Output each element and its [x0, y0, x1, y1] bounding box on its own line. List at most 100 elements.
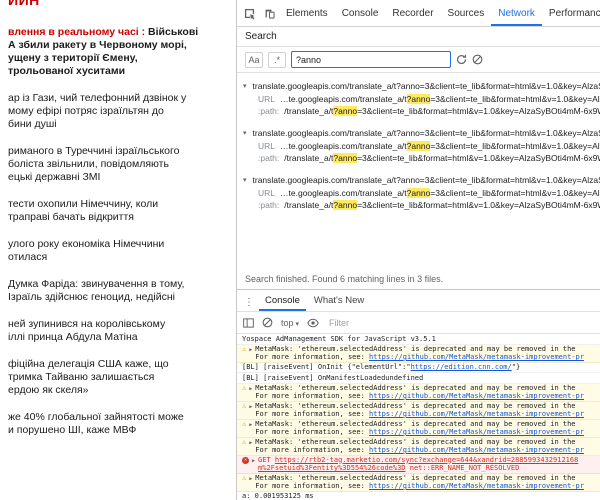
console-log-row[interactable]: Yospace AdManagement SDK for JavaScript …: [237, 334, 600, 345]
console-error-row[interactable]: GET https://rtb2-tag.marketio.com/sync?e…: [237, 456, 600, 474]
match-text: …te.googleapis.com/translate_a/t?anno=3&…: [280, 140, 600, 152]
search-result-file[interactable]: translate.googleapis.com/translate_a/t?a…: [243, 79, 600, 93]
warning-info: For more information, see:: [255, 446, 369, 454]
search-results: translate.googleapis.com/translate_a/t?a…: [237, 73, 600, 271]
expand-arrow-icon[interactable]: [249, 402, 252, 412]
chevron-expanded-icon[interactable]: [243, 173, 247, 187]
expand-arrow-icon[interactable]: [249, 345, 252, 355]
tab-elements[interactable]: Elements: [279, 1, 335, 26]
console-warning-row[interactable]: MetaMask: 'ethereum.selectedAddress' is …: [237, 402, 600, 420]
expand-arrow-icon[interactable]: [249, 420, 252, 430]
warning-icon: [242, 420, 246, 429]
warning-text: MetaMask: 'ethereum.selectedAddress' is …: [255, 384, 595, 393]
error-link[interactable]: https://rtb2-tag.marketio.com/sync?excha…: [275, 456, 578, 464]
console-link[interactable]: https://edition.cnn.com/: [411, 363, 512, 371]
tab-console[interactable]: Console: [335, 1, 386, 26]
clear-console-icon[interactable]: [262, 317, 273, 328]
warning-text: MetaMask: 'ethereum.selectedAddress' is …: [255, 345, 595, 354]
tab-sources[interactable]: Sources: [441, 1, 492, 26]
search-match-line[interactable]: URL …te.googleapis.com/translate_a/t?ann…: [243, 187, 600, 199]
drawer-tab-whats-new[interactable]: What's New: [308, 291, 370, 311]
match-text: …te.googleapis.com/translate_a/t?anno=3&…: [280, 93, 600, 105]
headline[interactable]: улого року економіка Німеччини отилася: [8, 238, 230, 264]
console-link[interactable]: https://github.com/MetaMask/metamask-imp…: [369, 410, 584, 418]
tab-network[interactable]: Network: [491, 1, 542, 26]
warning-icon: [242, 345, 246, 354]
expand-arrow-icon[interactable]: [249, 474, 252, 484]
file-url: translate.googleapis.com/translate_a/t?a…: [253, 127, 600, 140]
warning-info: For more information, see:: [255, 482, 369, 490]
search-result-group: translate.googleapis.com/translate_a/t?a…: [243, 173, 600, 211]
search-result-file[interactable]: translate.googleapis.com/translate_a/t?a…: [243, 126, 600, 140]
search-input[interactable]: [291, 51, 451, 68]
search-panel: Search Aa .* translate.googleapis.c: [237, 27, 600, 289]
refresh-search-icon[interactable]: [456, 54, 467, 65]
console-warning-row[interactable]: MetaMask: 'ethereum.selectedAddress' is …: [237, 474, 600, 492]
context-selector[interactable]: top: [281, 318, 299, 328]
tab-recorder[interactable]: Recorder: [385, 1, 440, 26]
match-case-button[interactable]: Aa: [245, 52, 263, 68]
clear-search-icon[interactable]: [472, 54, 483, 65]
cnn-logo[interactable]: ИИН: [8, 0, 230, 10]
error-link[interactable]: m%2Fsetuid%3Fentity%3D554%26code%3D: [258, 464, 406, 472]
search-match-line[interactable]: :path: /translate_a/t?anno=3&client=te_l…: [243, 152, 600, 164]
headline[interactable]: фіційна делегація США каже, що тримка Та…: [8, 358, 230, 397]
inspect-icon[interactable]: [239, 3, 259, 23]
headline-live-updates[interactable]: влення в реальному часі : Військові А зб…: [8, 26, 230, 78]
console-link[interactable]: https://github.com/MetaMask/metamask-imp…: [369, 428, 584, 436]
chevron-down-icon: [296, 318, 300, 328]
headline[interactable]: ар із Гази, чий телефонний дзвінок у мом…: [8, 92, 230, 131]
headline[interactable]: ней зупинився на королівському іллі прин…: [8, 318, 230, 344]
headline[interactable]: тести охопили Німеччину, коли траправі б…: [8, 198, 230, 224]
headline[interactable]: Думка Фаріда: звинувачення в тому, Ізраї…: [8, 278, 230, 304]
warning-info: For more information, see:: [255, 410, 369, 418]
regex-button[interactable]: .*: [268, 52, 286, 68]
console-sidebar-icon[interactable]: [243, 318, 254, 328]
chevron-expanded-icon[interactable]: [243, 79, 247, 93]
warning-info: For more information, see:: [255, 353, 369, 361]
more-tabs-icon[interactable]: [241, 292, 257, 310]
device-toolbar-icon[interactable]: [259, 3, 279, 23]
search-match-line[interactable]: URL …te.googleapis.com/translate_a/t?ann…: [243, 93, 600, 105]
search-match-line[interactable]: URL …te.googleapis.com/translate_a/t?ann…: [243, 140, 600, 152]
expand-arrow-icon[interactable]: [249, 384, 252, 394]
browser-window: ИИН влення в реальному часі : Військові …: [0, 0, 600, 500]
console-link[interactable]: https://github.com/MetaMask/metamask-imp…: [369, 392, 584, 400]
console-link[interactable]: https://github.com/MetaMask/metamask-imp…: [369, 482, 584, 490]
warning-info: For more information, see:: [255, 392, 369, 400]
console-log-row[interactable]: [BL] [raiseEvent] OnInit {"elementUrl":"…: [237, 363, 600, 374]
search-result-file[interactable]: translate.googleapis.com/translate_a/t?a…: [243, 173, 600, 187]
console-warning-row[interactable]: MetaMask: 'ethereum.selectedAddress' is …: [237, 420, 600, 438]
drawer-tab-console[interactable]: Console: [259, 291, 306, 311]
console-warning-row[interactable]: MetaMask: 'ethereum.selectedAddress' is …: [237, 438, 600, 456]
console-log-row[interactable]: a: 0.001953125 ms: [237, 492, 600, 500]
expand-arrow-icon[interactable]: [249, 438, 252, 448]
search-highlight: ?anno: [407, 141, 431, 151]
headline-text: Думка Фаріда: звинувачення в тому, Ізраї…: [8, 278, 184, 303]
warning-icon: [242, 474, 246, 483]
warning-message: MetaMask: 'ethereum.selectedAddress' is …: [255, 402, 595, 419]
headline-text: тести охопили Німеччину, коли траправі б…: [8, 198, 158, 223]
search-match-line[interactable]: :path: /translate_a/t?anno=3&client=te_l…: [243, 105, 600, 117]
search-match-line[interactable]: :path: /translate_a/t?anno=3&client=te_l…: [243, 199, 600, 211]
console-link[interactable]: https://github.com/MetaMask/metamask-imp…: [369, 353, 584, 361]
console-filter-input[interactable]: [327, 317, 421, 329]
warning-icon: [242, 402, 246, 411]
chevron-expanded-icon[interactable]: [243, 126, 247, 140]
console-link[interactable]: https://github.com/MetaMask/metamask-imp…: [369, 446, 584, 454]
log-text: a: 0.001953125 ms: [242, 492, 595, 500]
tab-performance-insights[interactable]: Performance ins: [542, 1, 600, 26]
headline[interactable]: риманого в Туреччині ізраїльського боліс…: [8, 145, 230, 184]
match-text: /translate_a/t?anno=3&client=te_lib&form…: [284, 152, 600, 164]
warning-text: MetaMask: 'ethereum.selectedAddress' is …: [255, 420, 595, 429]
match-label: URL: [258, 187, 275, 199]
console-warning-row[interactable]: MetaMask: 'ethereum.selectedAddress' is …: [237, 345, 600, 363]
headline[interactable]: же 40% глобальної зайнятості може и пору…: [8, 411, 230, 437]
search-highlight: ?anno: [333, 106, 357, 116]
console-messages: Yospace AdManagement SDK for JavaScript …: [237, 334, 600, 500]
console-warning-row[interactable]: MetaMask: 'ethereum.selectedAddress' is …: [237, 384, 600, 402]
expand-arrow-icon[interactable]: [252, 456, 255, 466]
live-expression-eye-icon[interactable]: [307, 318, 319, 328]
console-log-row[interactable]: [BL] [raiseEvent] OnManifestLoadedundefi…: [237, 373, 600, 384]
match-label: :path:: [258, 105, 279, 117]
